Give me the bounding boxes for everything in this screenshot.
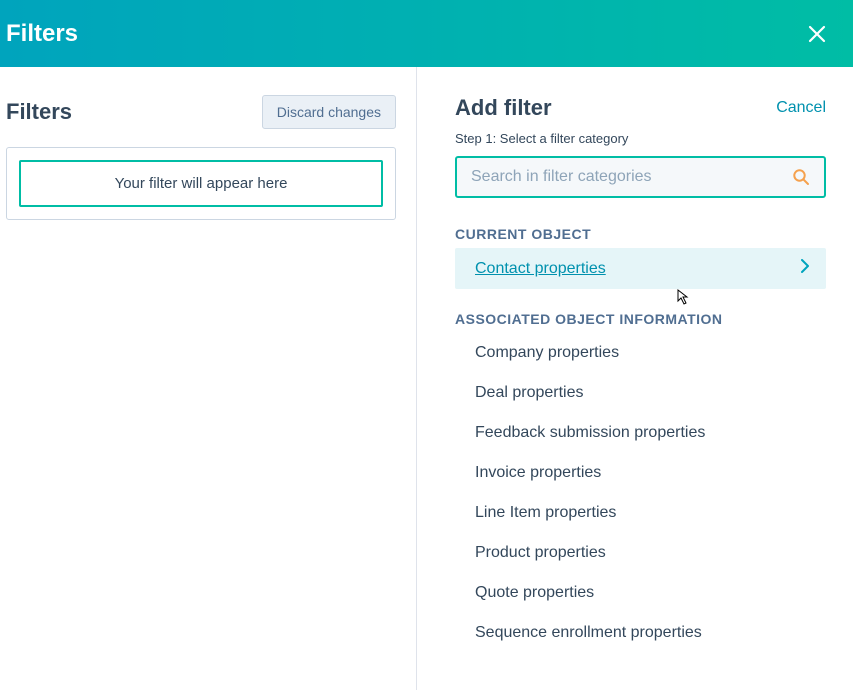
category-label: Line Item properties [475,504,616,522]
step-label: Step 1: Select a filter category [455,131,826,146]
category-line-item-properties[interactable]: Line Item properties [455,493,826,533]
section-header-associated: ASSOCIATED OBJECT INFORMATION [455,311,826,327]
filters-title: Filters [6,99,72,125]
category-label: Invoice properties [475,464,601,482]
add-filter-title: Add filter [455,95,552,121]
dialog-header: Filters [0,0,853,67]
close-button[interactable] [803,20,831,48]
category-invoice-properties[interactable]: Invoice properties [455,453,826,493]
filters-pane-header: Filters Discard changes [6,95,396,129]
category-feedback-submission-properties[interactable]: Feedback submission properties [455,413,826,453]
category-label: Company properties [475,344,619,362]
category-label: Quote properties [475,584,594,602]
category-company-properties[interactable]: Company properties [455,333,826,373]
category-label: Feedback submission properties [475,424,705,442]
filter-placeholder: Your filter will appear here [19,160,383,207]
category-product-properties[interactable]: Product properties [455,533,826,573]
close-icon [807,24,827,44]
category-label: Sequence enrollment properties [475,624,702,642]
search-icon [792,168,810,186]
discard-changes-button[interactable]: Discard changes [262,95,396,129]
add-filter-header: Add filter Cancel [455,95,826,121]
cancel-button[interactable]: Cancel [776,99,826,117]
category-label: Product properties [475,544,606,562]
filter-card: Your filter will appear here [6,147,396,220]
category-contact-properties[interactable]: Contact properties [455,248,826,289]
search-field-wrap[interactable] [455,156,826,198]
category-deal-properties[interactable]: Deal properties [455,373,826,413]
dialog-title: Filters [6,20,78,48]
filters-pane: Filters Discard changes Your filter will… [0,67,417,690]
search-input[interactable] [471,168,792,186]
chevron-right-icon [801,259,810,278]
category-label: Contact properties [475,260,606,278]
category-quote-properties[interactable]: Quote properties [455,573,826,613]
add-filter-pane: Add filter Cancel Step 1: Select a filte… [417,67,853,690]
section-header-current: CURRENT OBJECT [455,226,826,242]
category-sequence-enrollment-properties[interactable]: Sequence enrollment properties [455,613,826,653]
category-label: Deal properties [475,384,584,402]
dialog-body: Filters Discard changes Your filter will… [0,67,853,690]
